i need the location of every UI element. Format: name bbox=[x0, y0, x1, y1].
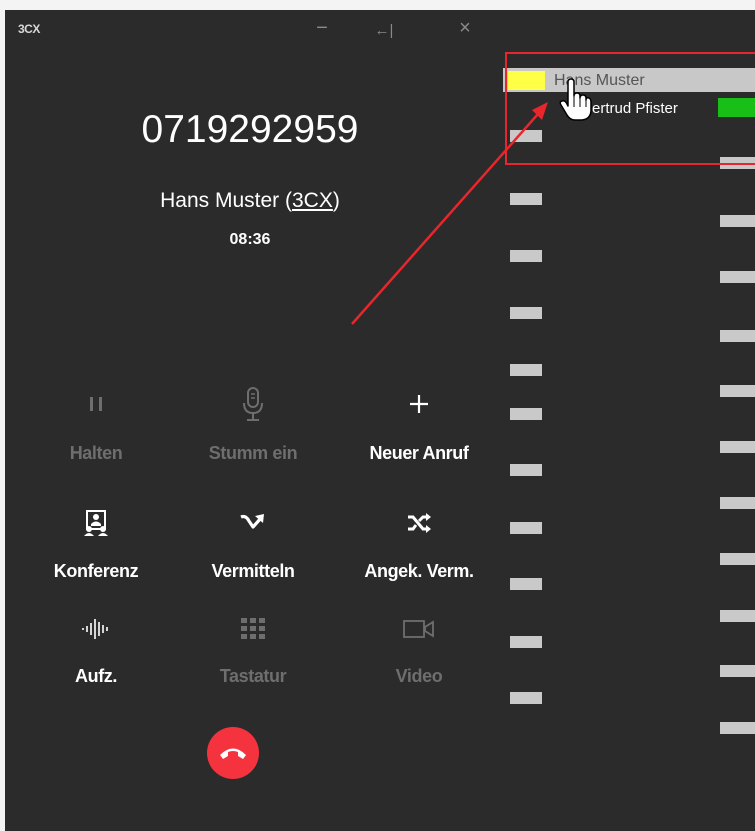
annotation-arrow bbox=[351, 102, 548, 325]
hand-cursor-icon bbox=[559, 78, 592, 121]
